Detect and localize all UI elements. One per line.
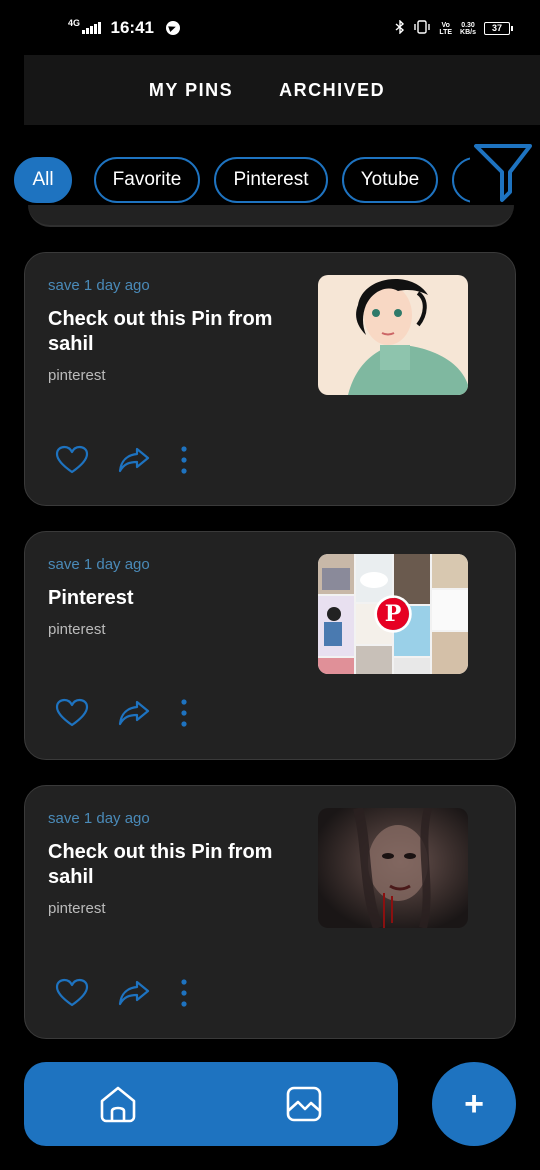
vibrate-icon <box>413 20 431 37</box>
pin-source: pinterest <box>48 621 106 638</box>
filter-icon <box>474 144 532 202</box>
card-partial <box>28 205 514 227</box>
pin-saved-time: save 1 day ago <box>48 556 150 573</box>
pin-title: Pinterest <box>48 587 134 609</box>
battery-level: 37 <box>491 23 502 33</box>
chip-overflow[interactable] <box>452 157 470 203</box>
pin-actions <box>55 978 189 1008</box>
bottom-nav <box>24 1062 398 1146</box>
chip-all[interactable]: All <box>14 157 72 203</box>
filter-chips: All Favorite Pinterest Yotube <box>0 155 470 205</box>
status-time: 16:41 <box>110 18 154 37</box>
signal-icon <box>82 22 101 34</box>
top-tabs: MY PINS ARCHIVED <box>24 55 540 125</box>
nav-home-button[interactable] <box>98 1085 138 1128</box>
pin-source: pinterest <box>48 900 106 917</box>
pin-thumbnail[interactable]: P <box>318 554 468 674</box>
tab-my-pins[interactable]: MY PINS <box>149 80 233 101</box>
pin-saved-time: save 1 day ago <box>48 277 150 294</box>
pin-thumbnail[interactable] <box>318 808 468 928</box>
pin-source: pinterest <box>48 367 106 384</box>
share-icon[interactable] <box>117 445 151 475</box>
more-vertical-icon[interactable] <box>179 445 189 475</box>
pin-card[interactable]: save 1 day ago Check out this Pin from s… <box>24 785 516 1039</box>
telegram-icon <box>166 21 180 35</box>
heart-icon[interactable] <box>55 978 89 1008</box>
home-icon <box>100 1086 136 1123</box>
chip-pinterest[interactable]: Pinterest <box>214 157 328 203</box>
network-type: 4G <box>68 17 81 28</box>
tab-archived[interactable]: ARCHIVED <box>279 80 385 101</box>
share-icon[interactable] <box>117 698 151 728</box>
bluetooth-icon <box>395 19 405 37</box>
add-pin-button[interactable]: + <box>432 1062 516 1146</box>
network-speed: 0.30 KB/s <box>460 21 476 36</box>
status-bar: 4G 16:41 Vo LTE 0.30 KB/s 37 <box>0 0 540 50</box>
svg-text:P: P <box>385 601 402 627</box>
pin-thumbnail[interactable] <box>318 275 468 395</box>
more-vertical-icon[interactable] <box>179 698 189 728</box>
pin-title: Check out this Pin from sahil <box>48 308 273 355</box>
chip-favorite[interactable]: Favorite <box>94 157 200 203</box>
more-vertical-icon[interactable] <box>179 978 189 1008</box>
heart-icon[interactable] <box>55 445 89 475</box>
pin-title: Check out this Pin from sahil <box>48 841 273 888</box>
gallery-icon <box>286 1086 322 1122</box>
chip-youtube[interactable]: Yotube <box>342 157 438 203</box>
pin-actions <box>55 698 189 728</box>
share-icon[interactable] <box>117 978 151 1008</box>
pin-actions <box>55 445 189 475</box>
nav-gallery-button[interactable] <box>286 1085 322 1128</box>
heart-icon[interactable] <box>55 698 89 728</box>
pin-saved-time: save 1 day ago <box>48 810 150 827</box>
pin-card[interactable]: save 1 day ago Pinterest pinterest P <box>24 531 516 760</box>
battery-icon: 37 <box>484 22 513 35</box>
pin-card[interactable]: save 1 day ago Check out this Pin from s… <box>24 252 516 506</box>
volte-indicator: Vo LTE <box>439 21 453 36</box>
filter-button[interactable] <box>470 140 536 206</box>
